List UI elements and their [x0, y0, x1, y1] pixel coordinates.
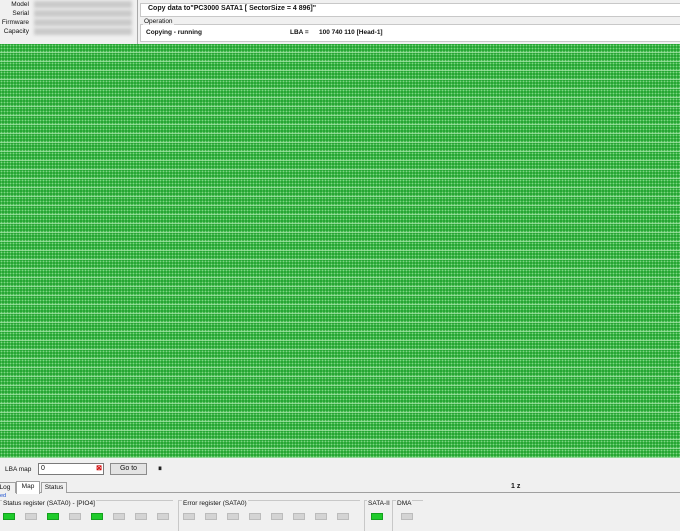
status-register-led-5: [113, 513, 125, 520]
capacity-label: Capacity: [3, 28, 29, 35]
error-register-led-2: [227, 513, 239, 520]
status-register-title: Status register (SATA0) - [PIO4]: [2, 500, 96, 507]
operation-group-frame: [140, 24, 680, 42]
error-register-led-1: [205, 513, 217, 520]
tab-bar: Log Map Status 1 z: [0, 481, 680, 494]
error-register-group: Error register (SATA0): [178, 500, 360, 531]
dma-title: DMA: [396, 500, 413, 507]
operation-title: Operation: [143, 18, 174, 25]
action-text: Copy data to"PC3000 SATA1 [ SectorSize =…: [148, 5, 317, 12]
status-register-led-0: [3, 513, 15, 520]
dma-group: DMA: [392, 500, 423, 531]
model-value-redacted: [34, 1, 132, 8]
info-row-serial: Serial: [0, 9, 137, 18]
header-panel: Model Serial Firmware Capacity Copy data…: [0, 0, 680, 44]
operation-box: Operation Copying - running LBA = 100 74…: [140, 18, 680, 42]
status-register-led-2: [47, 513, 59, 520]
tab-status[interactable]: Status: [41, 482, 67, 493]
model-label: Model: [11, 1, 29, 8]
serial-label: Serial: [12, 10, 29, 17]
registers-panel: ed Status register (SATA0) - [PIO4] Erro…: [0, 493, 680, 531]
pause-icon[interactable]: ⏸: [155, 463, 165, 475]
operation-lba-value: 100 740 110 [Head-1]: [319, 29, 383, 36]
sata-group: SATA-II: [364, 500, 391, 531]
status-register-led-7: [157, 513, 169, 520]
firmware-label: Firmware: [1, 19, 29, 26]
lba-map-label: LBA map: [5, 466, 32, 473]
error-register-led-5: [293, 513, 305, 520]
header-divider: [137, 0, 138, 44]
clear-icon[interactable]: ⊠: [96, 464, 102, 474]
status-register-led-6: [135, 513, 147, 520]
error-register-led-3: [249, 513, 261, 520]
sata-led-0: [371, 513, 383, 520]
status-register-led-4: [91, 513, 103, 520]
sector-map[interactable]: [0, 44, 680, 458]
capacity-value-redacted: [34, 28, 132, 35]
goto-button[interactable]: Go to: [110, 463, 147, 475]
tab-log[interactable]: Log: [0, 482, 16, 493]
status-register-group: Status register (SATA0) - [PIO4]: [0, 500, 173, 531]
sata-title: SATA-II: [367, 500, 391, 507]
error-register-led-0: [183, 513, 195, 520]
info-row-firmware: Firmware: [0, 18, 137, 27]
status-register-led-3: [69, 513, 81, 520]
error-register-led-7: [337, 513, 349, 520]
info-row-model: Model: [0, 0, 137, 9]
map-controls: LBA map 0 ⊠ Go to ⏸: [0, 460, 680, 480]
operation-status: Copying - running: [146, 29, 202, 36]
error-register-led-6: [315, 513, 327, 520]
firmware-value-redacted: [34, 19, 132, 26]
error-register-title: Error register (SATA0): [182, 500, 248, 507]
action-box: Copy data to"PC3000 SATA1 [ SectorSize =…: [140, 0, 680, 17]
serial-value-redacted: [34, 10, 132, 17]
lba-map-input-value: 0: [41, 465, 45, 472]
status-register-led-1: [25, 513, 37, 520]
lba-map-input[interactable]: 0 ⊠: [38, 463, 104, 475]
dma-led-0: [401, 513, 413, 520]
registers-top-label: ed: [0, 493, 7, 499]
error-register-led-4: [271, 513, 283, 520]
status-mark: 1 z: [511, 483, 521, 490]
info-row-capacity: Capacity: [0, 27, 137, 36]
drive-info-panel: Model Serial Firmware Capacity: [0, 0, 137, 40]
operation-lba-label: LBA =: [290, 29, 309, 36]
